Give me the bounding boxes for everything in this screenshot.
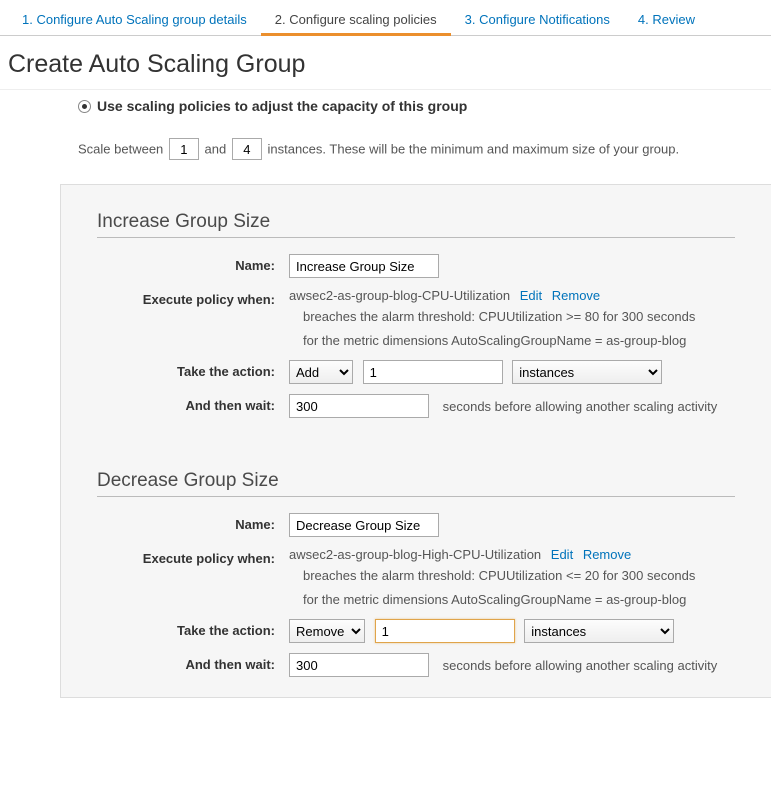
wizard-tabs: 1. Configure Auto Scaling group details …: [0, 0, 771, 36]
increase-action-amount-input[interactable]: [363, 360, 503, 384]
decrease-name-input[interactable]: [289, 513, 439, 537]
decrease-edit-link[interactable]: Edit: [551, 547, 573, 562]
decrease-dimensions-text: for the metric dimensions AutoScalingGro…: [303, 590, 753, 610]
radio-icon: [78, 100, 91, 113]
increase-wait-label: And then wait:: [79, 394, 289, 413]
tab-review[interactable]: 4. Review: [624, 4, 709, 36]
increase-action-unit-select[interactable]: instances: [512, 360, 662, 384]
decrease-name-label: Name:: [79, 513, 289, 532]
increase-action-op-select[interactable]: Add: [289, 360, 353, 384]
increase-dimensions-text: for the metric dimensions AutoScalingGro…: [303, 331, 753, 351]
increase-divider: [97, 237, 735, 238]
decrease-wait-label: And then wait:: [79, 653, 289, 672]
scaling-mode-radio[interactable]: Use scaling policies to adjust the capac…: [0, 90, 771, 124]
min-instances-input[interactable]: [169, 138, 199, 160]
increase-alarm-name: awsec2-as-group-blog-CPU-Utilization: [289, 288, 510, 303]
increase-cooldown-text: seconds before allowing another scaling …: [443, 399, 718, 414]
max-instances-input[interactable]: [232, 138, 262, 160]
radio-label: Use scaling policies to adjust the capac…: [97, 98, 467, 114]
decrease-remove-link[interactable]: Remove: [583, 547, 631, 562]
decrease-action-op-select[interactable]: Remove: [289, 619, 365, 643]
tab-configure-details[interactable]: 1. Configure Auto Scaling group details: [8, 4, 261, 36]
increase-execute-label: Execute policy when:: [79, 288, 289, 307]
increase-remove-link[interactable]: Remove: [552, 288, 600, 303]
decrease-cooldown-input[interactable]: [289, 653, 429, 677]
scale-and: and: [205, 142, 227, 157]
decrease-title: Decrease Group Size: [97, 470, 753, 492]
tab-configure-notifications[interactable]: 3. Configure Notifications: [451, 4, 624, 36]
increase-edit-link[interactable]: Edit: [520, 288, 542, 303]
scale-suffix: instances. These will be the minimum and…: [267, 142, 679, 157]
policies-panel: Increase Group Size Name: Execute policy…: [60, 184, 771, 698]
increase-action-label: Take the action:: [79, 360, 289, 379]
tab-configure-policies[interactable]: 2. Configure scaling policies: [261, 4, 451, 36]
increase-name-input[interactable]: [289, 254, 439, 278]
increase-cooldown-input[interactable]: [289, 394, 429, 418]
increase-threshold-text: breaches the alarm threshold: CPUUtiliza…: [303, 307, 753, 327]
increase-name-label: Name:: [79, 254, 289, 273]
decrease-action-label: Take the action:: [79, 619, 289, 638]
scale-between-row: Scale between and instances. These will …: [0, 124, 771, 184]
increase-title: Increase Group Size: [97, 211, 753, 233]
decrease-alarm-name: awsec2-as-group-blog-High-CPU-Utilizatio…: [289, 547, 541, 562]
decrease-action-amount-input[interactable]: [375, 619, 515, 643]
page-title: Create Auto Scaling Group: [8, 50, 763, 79]
scale-prefix: Scale between: [78, 142, 163, 157]
decrease-threshold-text: breaches the alarm threshold: CPUUtiliza…: [303, 566, 753, 586]
decrease-execute-label: Execute policy when:: [79, 547, 289, 566]
decrease-action-unit-select[interactable]: instances: [524, 619, 674, 643]
decrease-cooldown-text: seconds before allowing another scaling …: [443, 658, 718, 673]
decrease-divider: [97, 496, 735, 497]
